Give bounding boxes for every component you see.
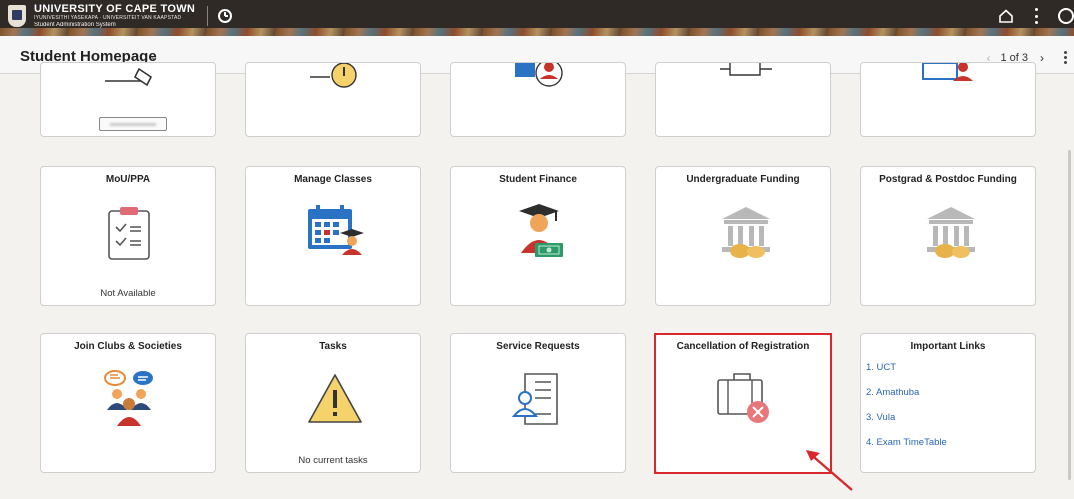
people-chat-icon xyxy=(104,370,153,426)
university-translations: IYUNIVESITHI YASEKAPA · UNIVERSITEIT VAN… xyxy=(34,15,182,21)
pager-next-button[interactable]: › xyxy=(1040,51,1044,65)
tile-important-links[interactable]: Important Links 1. UCT 2. Amathuba 3. Vu… xyxy=(860,333,1036,473)
tile-status: Not Available xyxy=(100,288,156,299)
tile-tasks[interactable]: Tasks No current tasks xyxy=(245,333,421,473)
graduate-money-icon xyxy=(519,204,563,257)
tile-title: Tasks xyxy=(319,341,347,352)
tile-join-clubs[interactable]: Join Clubs & Societies xyxy=(40,333,216,473)
tile-personal-details[interactable] xyxy=(450,62,626,137)
blurred-field xyxy=(99,117,167,131)
tile-title: Join Clubs & Societies xyxy=(74,341,182,352)
tile-undergraduate-funding[interactable]: Undergraduate Funding xyxy=(655,166,831,306)
tile-title: Service Requests xyxy=(496,341,580,352)
tile-holds[interactable] xyxy=(245,62,421,137)
link-amathuba[interactable]: 2. Amathuba xyxy=(866,387,947,398)
university-name: UNIVERSITY OF CAPE TOWN xyxy=(34,3,196,15)
pencil-icon xyxy=(105,67,153,87)
tile-title: Student Finance xyxy=(499,174,577,185)
tile-title: Undergraduate Funding xyxy=(686,174,800,185)
options-kebab-icon[interactable] xyxy=(1064,51,1067,64)
tile-student-finance[interactable]: Student Finance xyxy=(450,166,626,306)
links-list: 1. UCT 2. Amathuba 3. Vula 4. Exam TimeT… xyxy=(866,362,947,462)
bank-icon xyxy=(927,207,975,258)
card-user-icon xyxy=(922,63,973,81)
tile-title: MoU/PPA xyxy=(105,174,151,185)
compass-icon[interactable] xyxy=(1058,8,1074,24)
warning-icon xyxy=(308,374,362,423)
tile-title: Manage Classes xyxy=(294,174,372,185)
annotation-arrow-icon xyxy=(806,450,853,491)
bank-icon xyxy=(722,207,770,258)
link-vula[interactable]: 3. Vula xyxy=(866,412,947,423)
tile-title: Important Links xyxy=(910,341,986,352)
header-divider xyxy=(207,6,209,26)
clock-icon[interactable] xyxy=(218,9,233,23)
header-pattern xyxy=(0,28,1074,36)
link-exam-timetable[interactable]: 4. Exam TimeTable xyxy=(866,437,947,448)
tile-mou-ppa[interactable]: MoU/PPA Not Available xyxy=(40,166,216,306)
tile-service-requests[interactable]: Service Requests xyxy=(450,333,626,473)
kebab-icon[interactable] xyxy=(1034,8,1038,24)
tile-manage-classes[interactable]: Manage Classes xyxy=(245,166,421,306)
home-icon[interactable] xyxy=(998,8,1014,24)
tile-profile-edit[interactable] xyxy=(40,62,216,137)
calendar-student-icon xyxy=(308,205,364,255)
link-uct[interactable]: 1. UCT xyxy=(866,362,947,373)
profile-icon xyxy=(515,63,563,87)
tile-monitor[interactable] xyxy=(655,62,831,137)
scrollbar[interactable] xyxy=(1068,150,1071,480)
monitor-icon xyxy=(720,63,772,76)
checklist-icon xyxy=(108,207,150,260)
top-navbar: UNIVERSITY OF CAPE TOWN IYUNIVESITHI YAS… xyxy=(0,0,1074,36)
university-brand[interactable]: UNIVERSITY OF CAPE TOWN IYUNIVESITHI YAS… xyxy=(8,3,233,28)
document-user-icon xyxy=(511,373,558,425)
alert-icon xyxy=(310,63,357,88)
tile-postgrad-funding[interactable]: Postgrad & Postdoc Funding xyxy=(860,166,1036,306)
tile-title: Postgrad & Postdoc Funding xyxy=(879,174,1017,185)
tile-id-card[interactable] xyxy=(860,62,1036,137)
uct-crest-logo xyxy=(8,5,26,27)
tile-status: No current tasks xyxy=(298,455,368,466)
